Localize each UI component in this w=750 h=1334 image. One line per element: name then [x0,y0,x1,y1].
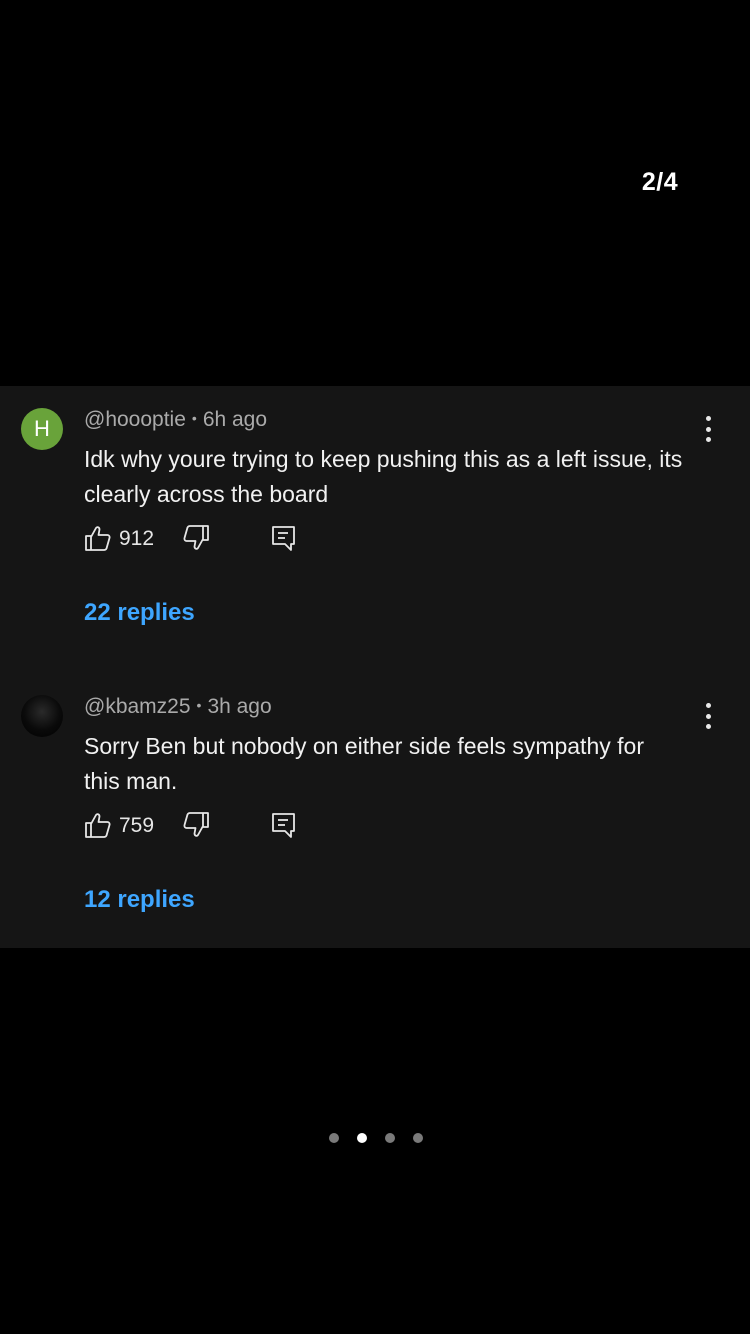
comments-panel: H @hoooptie • 6h ago Idk why youre trying … [0,386,750,948]
comment-meta: @hoooptie • 6h ago [84,408,267,432]
page-dot[interactable] [385,1133,395,1143]
comment-text: Idk why youre trying to keep pushing thi… [84,446,683,507]
meta-separator: • [196,697,202,713]
comment-actions: 759 [84,811,344,841]
slide-counter: 2/4 [641,168,679,196]
reply-icon[interactable] [270,524,298,552]
like-count: 759 [119,814,155,837]
comment-time: 6h ago [202,408,268,431]
like-count: 912 [119,527,155,550]
comment-author[interactable]: @kbamz25 [84,695,191,718]
more-options-icon[interactable] [694,701,722,731]
more-options-icon[interactable] [694,414,722,444]
thumbs-down-icon[interactable] [182,811,210,839]
page-dot[interactable] [413,1133,423,1143]
page-dot[interactable] [357,1133,367,1143]
comment-author[interactable]: @hoooptie [84,408,186,431]
comment-actions: 912 [84,524,344,554]
reply-icon[interactable] [270,811,298,839]
view-replies-link[interactable]: 12 replies [84,886,195,914]
thumbs-down-icon[interactable] [182,524,210,552]
avatar-letter: H [34,416,50,441]
comment-time: 3h ago [207,695,272,718]
thumbs-up-icon[interactable] [84,811,112,839]
view-replies-link[interactable]: 22 replies [84,599,195,627]
thumbs-up-icon[interactable] [84,524,112,552]
page-dot[interactable] [329,1133,339,1143]
comment-meta: @kbamz25 • 3h ago [84,695,272,719]
avatar[interactable] [21,695,63,737]
avatar[interactable]: H [21,408,63,450]
pagination-dots[interactable] [329,1133,429,1144]
comment-text: Sorry Ben but nobody on either side feel… [84,733,644,794]
meta-separator: • [191,410,197,426]
